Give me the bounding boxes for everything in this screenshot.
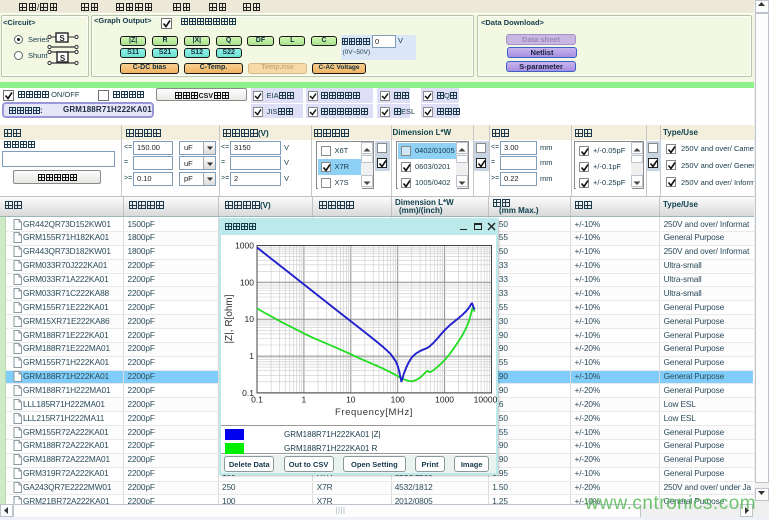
- svg-text:|Z|, R[ohm]: |Z|, R[ohm]: [224, 294, 235, 343]
- svg-text:100: 100: [240, 277, 254, 287]
- svg-text:1: 1: [249, 351, 254, 361]
- svg-text:10000: 10000: [474, 394, 498, 404]
- svg-text:S: S: [60, 54, 66, 63]
- svg-text:100: 100: [391, 394, 405, 404]
- svg-text:1: 1: [302, 394, 307, 404]
- svg-text:10: 10: [346, 394, 356, 404]
- svg-text:S: S: [59, 34, 65, 43]
- svg-text:1000: 1000: [235, 240, 254, 250]
- svg-text:10: 10: [245, 314, 255, 324]
- svg-text:0.1: 0.1: [251, 394, 263, 404]
- svg-text:Frequency[MHz]: Frequency[MHz]: [335, 407, 413, 418]
- svg-text:1000: 1000: [435, 394, 454, 404]
